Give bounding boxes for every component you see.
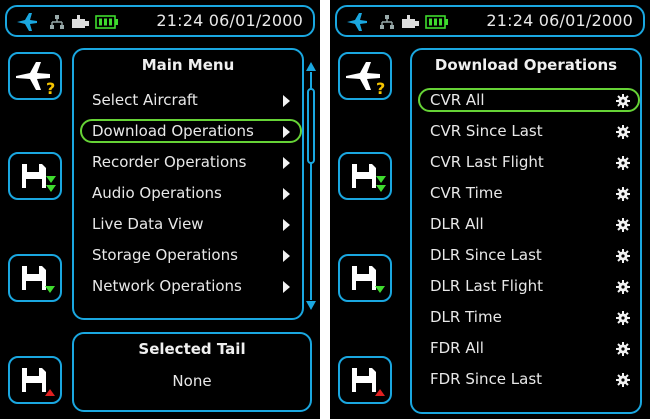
battery-icon [95,15,118,29]
scroll-thumb[interactable] [307,88,315,164]
menu-item-label: DLR All [430,215,484,233]
floppy-save-icon [22,266,55,293]
menu-item-cvr-time[interactable]: CVR Time [418,181,640,205]
network-icon [50,15,64,29]
network-icon [380,15,394,29]
aircraft-help-button[interactable]: ? [8,52,62,100]
main-menu-scrollbar[interactable] [306,62,316,310]
selected-tail-value: None [172,372,212,390]
status-bar: 21:24 06/01/2000 [5,5,315,37]
battery-icon [425,15,448,29]
svg-text:?: ? [46,79,55,98]
floppy-upload-icon [352,368,385,396]
chevron-right-icon [283,157,290,169]
menu-item-label: CVR All [430,91,485,109]
time-date: 21:24 06/01/2000 [486,11,633,30]
floppy-download-icon [352,164,386,192]
svg-text:?: ? [376,79,385,98]
menu-item-dlr-time[interactable]: DLR Time [418,305,640,329]
floppy-upload-icon [22,368,55,396]
menu-item-dlr-all[interactable]: DLR All [418,212,640,236]
menu-item-cvr-all[interactable]: CVR All [418,88,640,112]
gear-icon [616,94,630,108]
aircraft-help-icon: ? [346,62,385,98]
selected-tail-panel: Selected Tail None [72,332,312,412]
chevron-right-icon [283,188,290,200]
menu-item-download-operations[interactable]: Download Operations [80,119,302,143]
download-operations-screen: 21:24 06/01/2000 ? Download Operations C… [330,0,650,419]
menu-item-label: Storage Operations [92,246,238,264]
chevron-right-icon [283,219,290,231]
scroll-down-icon[interactable] [306,301,316,310]
gear-icon [616,156,630,170]
gear-icon [616,342,630,356]
gear-icon [616,125,630,139]
download-operations-title: Download Operations [434,56,618,74]
menu-item-label: Network Operations [92,277,242,295]
menu-item-dlr-since-last[interactable]: DLR Since Last [418,243,640,267]
chevron-right-icon [283,126,290,138]
gear-icon [616,280,630,294]
airplane-icon [347,13,367,31]
menu-item-label: CVR Last Flight [430,153,544,171]
menu-item-label: Audio Operations [92,184,222,202]
main-menu-panel: Main Menu Select Aircraft Download Opera… [72,48,304,320]
save-button[interactable] [8,254,62,302]
usb-icon [402,15,419,28]
menu-item-label: Live Data View [92,215,204,233]
menu-item-label: CVR Since Last [430,122,543,140]
menu-item-storage-operations[interactable]: Storage Operations [80,243,302,267]
menu-item-cvr-since-last[interactable]: CVR Since Last [418,119,640,143]
menu-item-recorder-operations[interactable]: Recorder Operations [80,150,302,174]
menu-item-label: Recorder Operations [92,153,247,171]
gear-icon [616,373,630,387]
gear-icon [616,187,630,201]
menu-item-label: DLR Time [430,308,502,326]
menu-item-dlr-last-flight[interactable]: DLR Last Flight [418,274,640,298]
upload-button[interactable] [338,356,392,404]
time-date: 21:24 06/01/2000 [156,11,303,30]
menu-item-label: Download Operations [92,122,254,140]
upload-button[interactable] [8,356,62,404]
menu-item-label: CVR Time [430,184,503,202]
usb-icon [72,15,89,28]
menu-item-fdr-since-last[interactable]: FDR Since Last [418,367,640,391]
menu-item-label: FDR Since Last [430,370,543,388]
airplane-icon [17,13,37,31]
download-button[interactable] [338,152,392,200]
menu-item-select-aircraft[interactable]: Select Aircraft [80,88,302,112]
download-button[interactable] [8,152,62,200]
floppy-download-icon [22,164,56,192]
floppy-save-icon [352,266,385,293]
menu-item-label: Select Aircraft [92,91,198,109]
menu-item-audio-operations[interactable]: Audio Operations [80,181,302,205]
menu-item-label: DLR Since Last [430,246,542,264]
menu-item-fdr-all[interactable]: FDR All [418,336,640,360]
aircraft-help-button[interactable]: ? [338,52,392,100]
menu-item-cvr-last-flight[interactable]: CVR Last Flight [418,150,640,174]
gear-icon [616,249,630,263]
menu-item-network-operations[interactable]: Network Operations [80,274,302,298]
aircraft-help-icon: ? [16,62,55,98]
menu-item-live-data-view[interactable]: Live Data View [80,212,302,236]
download-operations-panel: Download Operations CVR All CVR Since La… [410,48,642,414]
menu-item-label: FDR All [430,339,484,357]
chevron-right-icon [283,95,290,107]
status-bar: 21:24 06/01/2000 [335,5,645,37]
save-button[interactable] [338,254,392,302]
gear-icon [616,218,630,232]
chevron-right-icon [283,281,290,293]
scroll-up-icon[interactable] [306,62,316,71]
main-menu-title: Main Menu [141,56,235,74]
gear-icon [616,311,630,325]
menu-item-label: DLR Last Flight [430,277,543,295]
selected-tail-title: Selected Tail [138,340,246,358]
main-menu-screen: 21:24 06/01/2000 ? Main Menu Select Airc… [0,0,320,419]
chevron-right-icon [283,250,290,262]
